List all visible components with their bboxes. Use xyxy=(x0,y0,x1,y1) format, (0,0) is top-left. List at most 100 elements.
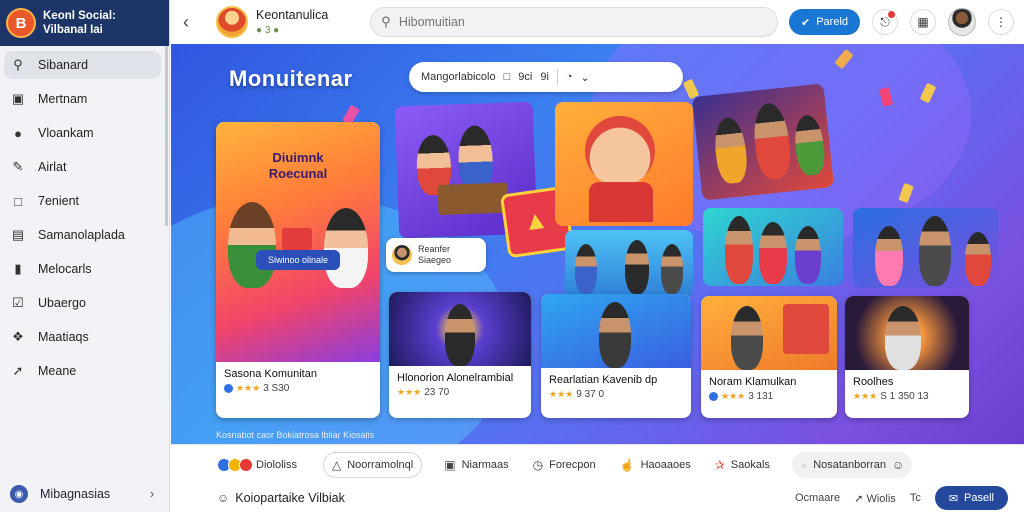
composer-option[interactable]: Tc xyxy=(910,492,921,504)
search-icon: ⚲ xyxy=(381,14,391,29)
grid-icon: ▦ xyxy=(917,15,929,29)
grid-button[interactable]: ▦ xyxy=(910,9,936,35)
more-options-button[interactable]: ⋮ xyxy=(988,9,1014,35)
chevron-down-icon[interactable]: ⌄ xyxy=(581,71,590,84)
collage-tile-mascot[interactable] xyxy=(555,102,693,226)
reactions-label: Diololiss xyxy=(256,458,297,471)
sidebar-footer-language[interactable]: ◉ Mibagnasias › xyxy=(0,476,170,512)
warning-sign-icon: ▲ xyxy=(520,203,551,237)
channel-name[interactable]: Keontanulica xyxy=(256,8,328,22)
comment-composer: ☺ Koiopartaike Vilbiak Ocmaare ➚ Wiolis … xyxy=(171,484,1024,512)
sidebar-scrollbar[interactable] xyxy=(165,46,168,226)
back-arrow-icon[interactable]: ‹ xyxy=(183,12,201,33)
search-icon: ⚲ xyxy=(13,57,23,72)
video-thumbnail xyxy=(701,296,837,370)
sidebar-item-edit[interactable]: ▤ Samanolaplada xyxy=(4,221,161,249)
callout-avatar xyxy=(392,245,412,265)
lock-icon: □ xyxy=(14,193,22,209)
globe-icon: ◉ xyxy=(10,485,28,503)
filter-bar[interactable]: Mangorlabicolo □ 9ci 9i ◔ ⌄ xyxy=(409,62,683,92)
love-reaction-icon xyxy=(239,457,253,472)
featured-community-card[interactable]: Diuimnk Roecunal Siwinoo olinale Sasona … xyxy=(216,122,380,418)
action-button[interactable]: ◷ Forecpon xyxy=(525,452,604,478)
sidebar-item-search[interactable]: ⚲ Sibanard xyxy=(4,51,161,79)
rating-stars: ★★★ xyxy=(721,391,746,401)
illustrated-person xyxy=(725,216,753,284)
comment-label: Noorramolnql xyxy=(347,458,414,471)
composer-option[interactable]: ➚ Wiolis xyxy=(854,492,896,505)
search-bar[interactable]: ⚲ xyxy=(370,7,779,37)
sidebar-item-bookmarks[interactable]: ▮ Melocarls xyxy=(4,255,161,283)
arrow-icon: ➚ xyxy=(12,363,24,378)
poster-sign xyxy=(783,304,829,354)
sidebar-item-label: Melocarls xyxy=(38,262,92,276)
action-button[interactable]: ● Nosatanborran ☺ xyxy=(791,451,913,478)
collage-tile-party[interactable] xyxy=(691,83,835,201)
video-title: Hlonorion Alonelrambial xyxy=(397,372,514,384)
brand-header[interactable]: B Keonl Social: Vilbanal Iai xyxy=(0,0,169,46)
post-button[interactable]: ✉ Pasell xyxy=(934,486,1008,510)
video-card[interactable]: Hlonorion Alonelrambial ★★★ 23 70 xyxy=(389,292,531,418)
featured-title: Sasona Komunitan xyxy=(224,368,317,380)
brand-title-line2: Vilbanal Iai xyxy=(43,24,103,36)
featured-meta: Sasona Komunitan ★★★ 3 S30 xyxy=(224,368,317,394)
sidebar-item-label: Maatiaqs xyxy=(38,330,89,344)
video-card[interactable]: Roolhes ★★★ S 1 350 13 xyxy=(845,296,969,418)
comment-button[interactable]: △ Noorramolnql xyxy=(322,451,423,478)
action-button[interactable]: ▣ Niarmaas xyxy=(436,452,516,478)
channel-info: Keontanulica ● 3 ● xyxy=(256,8,328,36)
divider xyxy=(556,69,558,85)
thumbs-up-icon: ☝ xyxy=(619,457,635,472)
video-title: Roolhes xyxy=(853,376,894,388)
featured-heading: Diuimnk Roecunal xyxy=(216,150,380,182)
desk xyxy=(437,182,509,215)
illustrated-person xyxy=(795,226,821,284)
primary-action-button[interactable]: ✔ Pareld xyxy=(788,9,860,35)
person-icon: ☺ xyxy=(891,457,905,472)
rating-stars: ★★★ xyxy=(549,389,574,399)
composer-option[interactable]: Ocmaare xyxy=(795,492,840,504)
video-card[interactable]: Rearlatian Kavenib dp ★★★ 9 37 0 xyxy=(541,294,691,418)
sidebar-item-write[interactable]: ✎ Airlat xyxy=(4,153,161,181)
brand-title: Keonl Social: Vilbanal Iai xyxy=(43,9,116,37)
collage-tile-dancers[interactable] xyxy=(565,230,693,298)
share-icon: ❖ xyxy=(12,329,24,344)
action-button[interactable]: ✰ Saokals xyxy=(707,452,778,478)
composer-actions: Ocmaare ➚ Wiolis Tc ✉ Pasell xyxy=(795,486,1008,510)
sidebar-item-chat[interactable]: ● Vloankam xyxy=(4,119,161,147)
refresh-icon[interactable]: ◔ xyxy=(566,71,573,83)
profile-callout[interactable]: Reanfer Siaegeo xyxy=(386,238,486,272)
reactions-summary[interactable]: Diololiss xyxy=(209,452,305,478)
video-meta: Hlonorion Alonelrambial ★★★ 23 70 xyxy=(397,372,525,398)
channel-meta: ● 3 ● xyxy=(256,25,280,36)
collage-tile-singers[interactable] xyxy=(853,208,999,288)
user-avatar[interactable] xyxy=(948,8,976,36)
thumbs-up-icon: ✔ xyxy=(800,16,811,29)
sidebar-item-more[interactable]: ➚ Meane xyxy=(4,357,161,385)
top-actions: ✔ Pareld ⎋ ▦ ⋮ xyxy=(788,8,1014,36)
pen-icon: ✎ xyxy=(12,159,24,174)
notifications-button[interactable]: ⎋ xyxy=(872,9,898,35)
video-stats: ★★★ S 1 350 13 xyxy=(853,391,929,402)
composer-input[interactable]: Koiopartaike Vilbiak xyxy=(235,491,345,505)
sidebar-item-lock[interactable]: □ 7enient xyxy=(4,187,161,215)
reaction-icons xyxy=(217,457,253,472)
brand-logo: B xyxy=(6,8,36,38)
sidebar-item-share[interactable]: ❖ Maatiaqs xyxy=(4,323,161,351)
illustrated-person xyxy=(919,216,951,286)
video-meta: Rearlatian Kavenib dp ★★★ 9 37 0 xyxy=(549,374,685,400)
collage-tile-group[interactable] xyxy=(703,208,843,286)
channel-avatar[interactable] xyxy=(216,6,248,38)
emoji-icon[interactable]: ☺ xyxy=(217,491,229,505)
sidebar-item-check[interactable]: ☑ Ubaergo xyxy=(4,289,161,317)
action-button[interactable]: ☝ Haoaaoes xyxy=(612,452,699,478)
filter-count-a: 9ci xyxy=(518,71,533,83)
video-thumbnail xyxy=(541,294,691,368)
sidebar-item-media[interactable]: ▣ Mertnam xyxy=(4,85,161,113)
send-icon: ✉ xyxy=(948,492,959,505)
badge-icon xyxy=(709,392,718,401)
illustrated-person xyxy=(759,222,787,284)
video-thumbnail xyxy=(389,292,531,366)
search-input[interactable] xyxy=(398,15,739,29)
video-card[interactable]: Noram Klamulkan ★★★ 3 131 xyxy=(701,296,837,418)
